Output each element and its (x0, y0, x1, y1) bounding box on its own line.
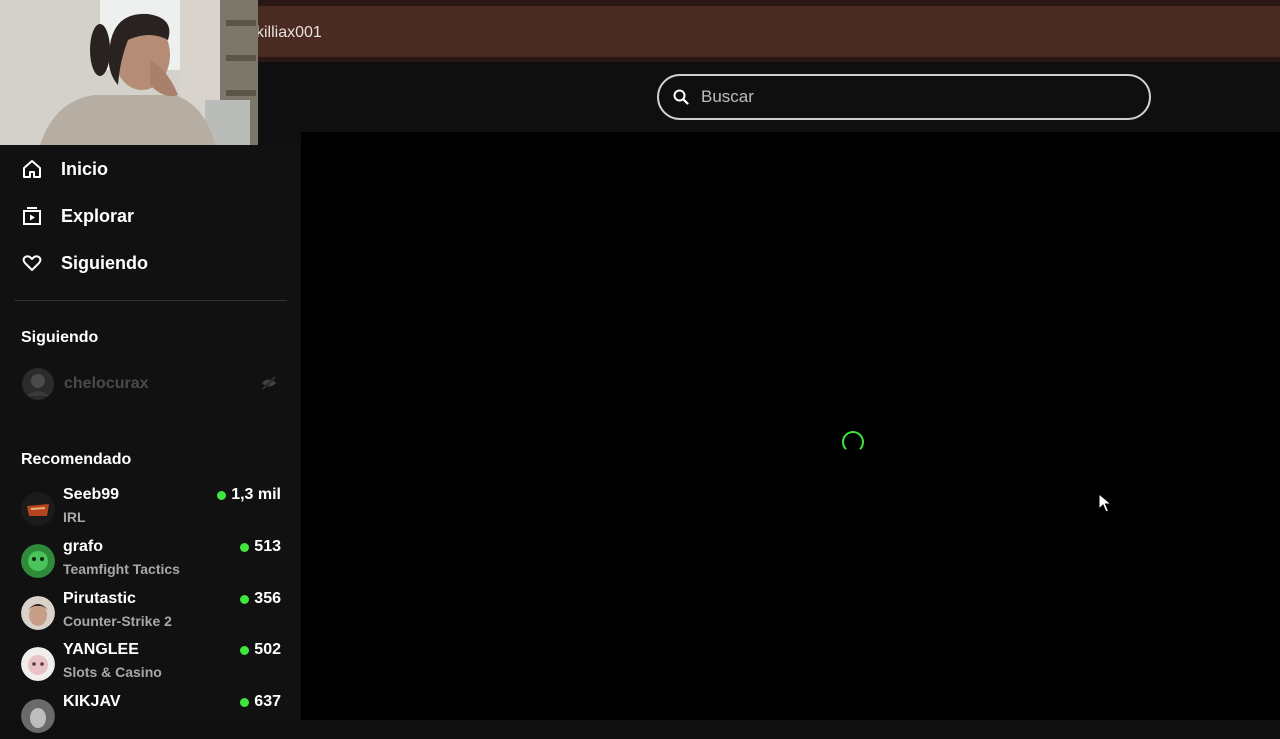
viewer-count-value: 637 (254, 693, 281, 710)
viewer-count-value: 1,3 mil (231, 486, 281, 503)
mouse-cursor-icon (1098, 493, 1112, 513)
nav-label: Explorar (61, 205, 135, 226)
viewer-count-value: 356 (254, 590, 281, 607)
recommended-channel[interactable]: Pirutastic Counter-Strike 2 356 (21, 590, 281, 636)
nav-item-explorar[interactable]: Explorar (21, 201, 134, 231)
following-section-title: Siguiendo (21, 329, 99, 346)
nav-label: Inicio (61, 158, 109, 179)
channel-category: Slots & Casino (63, 664, 162, 680)
following-channel[interactable]: chelocurax (22, 367, 282, 401)
viewer-count: 356 (240, 590, 281, 608)
live-dot-icon (240, 645, 250, 655)
sidebar: Inicio Explorar Siguiendo Siguiendo chel… (0, 145, 300, 733)
recommended-channel[interactable]: YANGLEE Slots & Casino 502 (21, 641, 281, 687)
video-player[interactable] (301, 132, 1280, 720)
channel-avatar (21, 492, 55, 526)
channel-name: YANGLEE (63, 641, 139, 658)
search-bar[interactable] (657, 74, 1151, 120)
viewer-count-value: 513 (254, 538, 281, 555)
viewer-count: 502 (240, 641, 281, 659)
channel-name: grafo (63, 538, 103, 555)
channel-category: Teamfight Tactics (63, 561, 180, 577)
channel-avatar (21, 544, 55, 578)
loading-spinner-icon (842, 431, 864, 453)
divider (14, 300, 287, 301)
home-icon (23, 160, 41, 178)
explore-icon (23, 207, 41, 225)
viewer-count-value: 502 (254, 641, 281, 658)
channel-name: KIKJAV (63, 693, 121, 710)
recommended-section-title: Recomendado (21, 451, 132, 468)
channel-avatar (21, 596, 55, 630)
recommended-channel[interactable]: KIKJAV 637 (21, 693, 281, 739)
nav-item-inicio[interactable]: Inicio (21, 154, 108, 184)
following-channel-name: chelocurax (64, 375, 149, 392)
hidden-eye-icon (262, 376, 276, 390)
webcam-overlay (0, 0, 258, 145)
heart-icon (22, 255, 42, 271)
viewer-count: 637 (240, 693, 281, 711)
search-icon (673, 89, 689, 105)
channel-category: IRL (63, 509, 86, 525)
channel-name: Seeb99 (63, 486, 120, 503)
live-dot-icon (217, 490, 227, 500)
live-dot-icon (240, 697, 250, 707)
channel-avatar (21, 647, 55, 681)
recommended-channel[interactable]: Seeb99 IRL 1,3 mil (21, 486, 281, 532)
live-dot-icon (240, 594, 250, 604)
webcam-feed-image (0, 0, 258, 145)
channel-avatar (21, 699, 55, 733)
banner-text: killiax001 (256, 24, 322, 41)
recommended-channel[interactable]: grafo Teamfight Tactics 513 (21, 538, 281, 584)
channel-name: Pirutastic (63, 590, 136, 607)
nav-item-siguiendo[interactable]: Siguiendo (21, 248, 148, 278)
channel-avatar (22, 368, 54, 400)
nav-label: Siguiendo (61, 252, 148, 273)
search-input[interactable] (699, 86, 1103, 108)
live-dot-icon (240, 542, 250, 552)
viewer-count: 1,3 mil (217, 486, 281, 504)
viewer-count: 513 (240, 538, 281, 556)
channel-category: Counter-Strike 2 (63, 613, 172, 629)
